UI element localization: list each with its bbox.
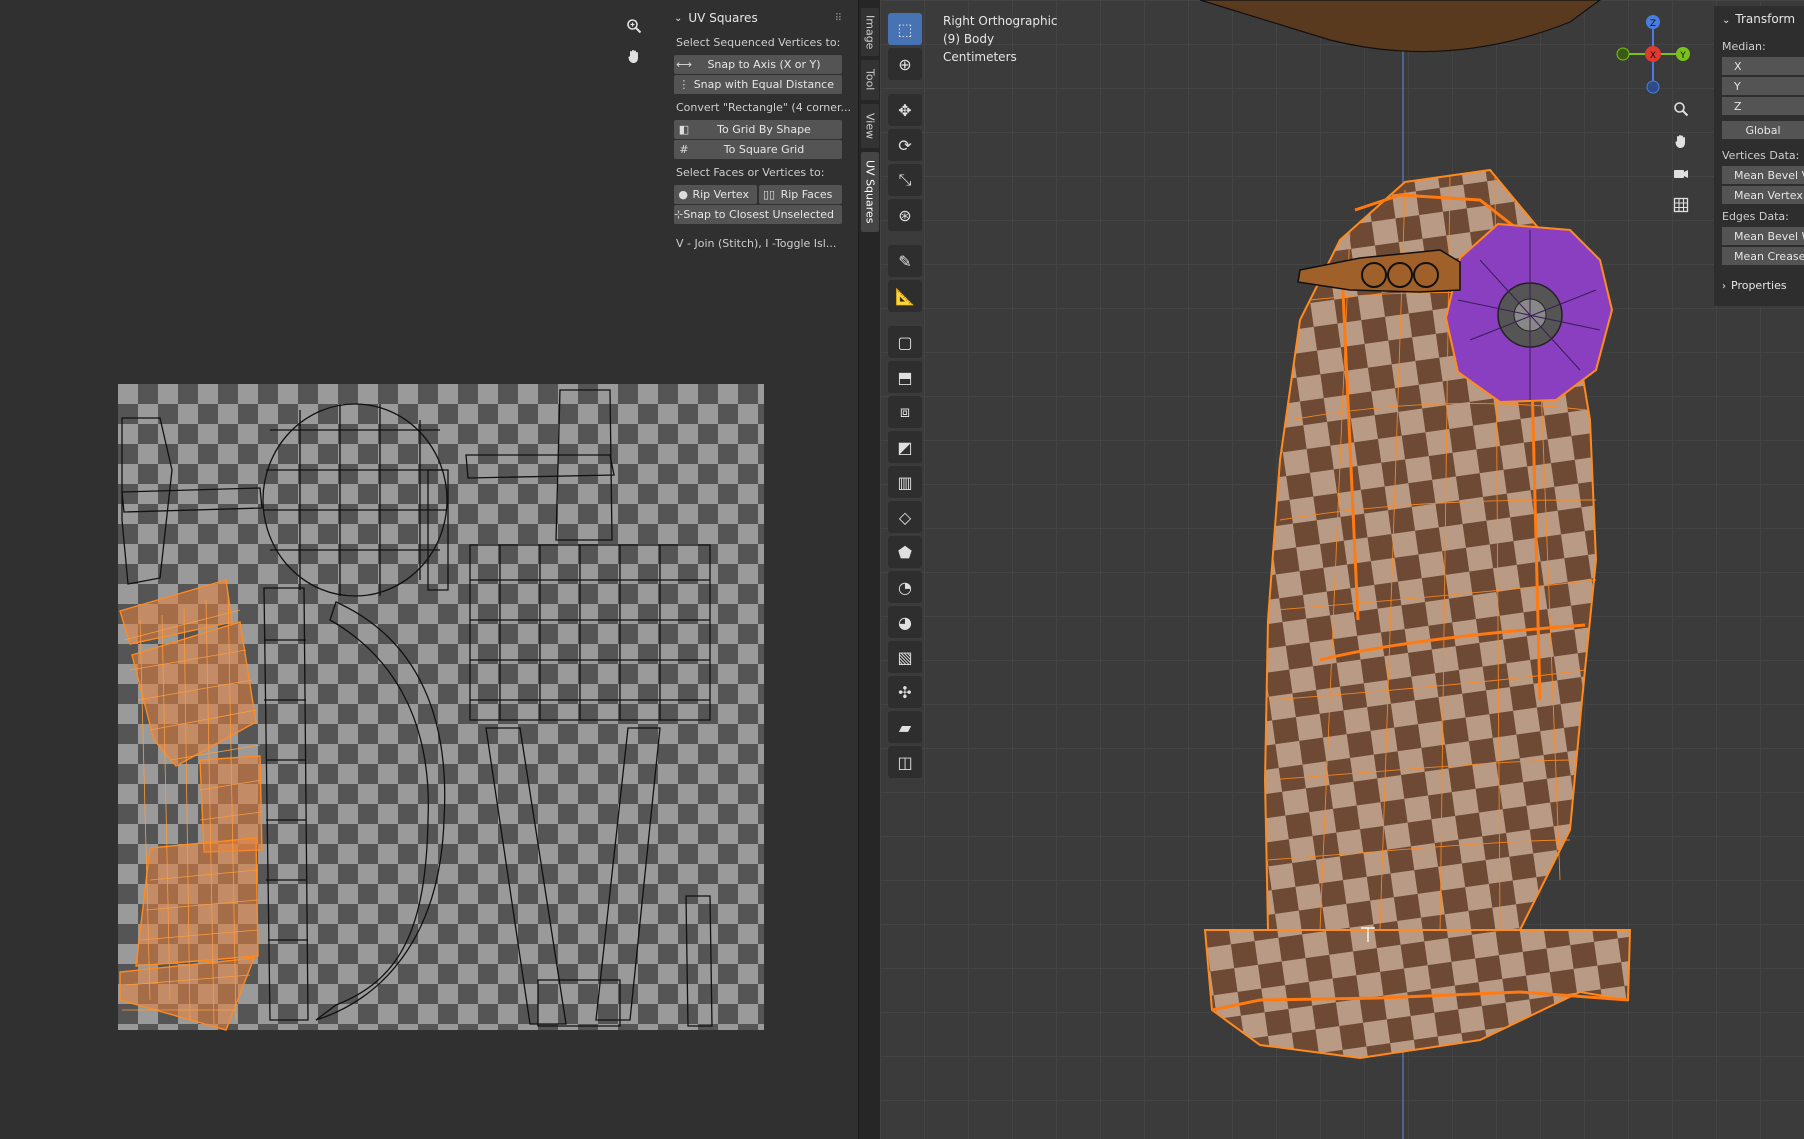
- median-y-field[interactable]: Y: [1722, 77, 1804, 95]
- loop-cut-icon[interactable]: ▥: [888, 466, 922, 498]
- mean-bevel-vertex-field[interactable]: Mean Bevel V: [1722, 166, 1804, 184]
- grid-by-shape-button[interactable]: ◧ To Grid By Shape: [674, 120, 842, 139]
- shortcut-hint: V - Join (Stitch), I -Toggle Isl...: [676, 237, 837, 250]
- snap-icon: ⊹: [674, 208, 684, 221]
- vertices-data-label: Vertices Data:: [1722, 149, 1800, 162]
- shear-icon[interactable]: ▰: [888, 711, 922, 743]
- poly-build-icon[interactable]: ⬟: [888, 536, 922, 568]
- viewport-toolbar: ⬚ ⊕ ✥ ⟳ ⤡ ⊛ ✎ 📐 ▢ ⬒ ⧈ ◩ ▥ ◇ ⬟ ◔ ◕ ▧ ✣ ▰ …: [888, 10, 926, 781]
- chevron-right-icon: ›: [1722, 281, 1726, 292]
- arrows-horizontal-icon: ⟷: [676, 58, 692, 71]
- add-cube-icon[interactable]: ▢: [888, 326, 922, 358]
- viewport-nav-buttons: [1668, 96, 1698, 224]
- 3d-viewport[interactable]: Right Orthographic (9) Body Centimeters: [880, 0, 1804, 1139]
- median-label: Median:: [1722, 40, 1766, 53]
- snap-equal-distance-button[interactable]: ⋮ Snap with Equal Distance: [674, 75, 842, 94]
- transform-icon[interactable]: ⊛: [888, 199, 922, 231]
- rip-icon[interactable]: ◫: [888, 746, 922, 778]
- uv-editor[interactable]: ⌄ UV Squares ⠿ Select Sequenced Vertices…: [0, 0, 858, 1139]
- rip-vertex-button[interactable]: ● Rip Vertex: [674, 185, 757, 204]
- properties-section[interactable]: › Properties: [1714, 267, 1804, 296]
- gizmo-y-label: Y: [1679, 51, 1686, 61]
- smooth-icon[interactable]: ◕: [888, 606, 922, 638]
- transform-header[interactable]: ⌄ Transform: [1714, 6, 1804, 36]
- mean-crease-field[interactable]: Mean Crease: [1722, 247, 1804, 265]
- chevron-down-icon: ⌄: [1722, 15, 1731, 26]
- square-grid-button[interactable]: # To Square Grid: [674, 140, 842, 159]
- snap-closest-button[interactable]: ⊹ Snap to Closest Unselected: [674, 205, 842, 224]
- rip-faces-button[interactable]: ▯▯ Rip Faces: [759, 185, 842, 204]
- median-z-field[interactable]: Z: [1722, 97, 1804, 115]
- annotate-icon[interactable]: ✎: [888, 245, 922, 277]
- horn-mesh: [1297, 249, 1461, 293]
- scale-icon[interactable]: ⤡: [888, 164, 922, 196]
- eye-mesh: [1444, 222, 1614, 404]
- section-label-rectangle: Convert "Rectangle" (4 corner...: [676, 101, 850, 114]
- grid-shape-icon: ◧: [678, 123, 690, 136]
- mesh-render: [1199, 0, 1632, 1139]
- head-mesh: [1199, 0, 1602, 53]
- uv-squares-panel: ⌄ UV Squares ⠿ Select Sequenced Vertices…: [666, 6, 850, 280]
- rip-faces-icon: ▯▯: [762, 188, 776, 201]
- bevel-icon[interactable]: ◩: [888, 431, 922, 463]
- gizmo-z-label: Z: [1650, 19, 1656, 29]
- panel-title: UV Squares: [688, 11, 758, 25]
- grid-icon[interactable]: [1668, 192, 1694, 218]
- select-box-icon[interactable]: ⬚: [888, 13, 922, 45]
- mean-vertex-field[interactable]: Mean Vertex: [1722, 186, 1804, 204]
- edges-data-label: Edges Data:: [1722, 210, 1789, 223]
- spin-icon[interactable]: ◔: [888, 571, 922, 603]
- selected-uv-island: [119, 579, 263, 1031]
- view-name: Right Orthographic: [943, 14, 1058, 28]
- shrink-icon[interactable]: ✣: [888, 676, 922, 708]
- dots-vertical-icon: ⋮: [678, 78, 690, 91]
- rotate-icon[interactable]: ⟳: [888, 129, 922, 161]
- camera-icon[interactable]: [1668, 160, 1694, 186]
- tab-image[interactable]: Image: [861, 8, 879, 56]
- inset-icon[interactable]: ⧈: [888, 396, 922, 428]
- section-label-faces: Select Faces or Vertices to:: [676, 166, 825, 179]
- gizmo-x-label: X: [1650, 51, 1656, 61]
- tab-view[interactable]: View: [861, 104, 879, 148]
- global-toggle[interactable]: Global: [1722, 121, 1804, 139]
- extrude-icon[interactable]: ⬒: [888, 361, 922, 393]
- drag-handle-icon[interactable]: ⠿: [835, 13, 842, 24]
- dot-icon: ●: [678, 188, 689, 201]
- viewport-info: Right Orthographic (9) Body Centimeters: [943, 12, 1058, 66]
- tab-tool[interactable]: Tool: [861, 60, 879, 100]
- transform-panel: ⌄ Transform Median: X Y Z Global Vertices…: [1714, 6, 1804, 306]
- cursor-icon[interactable]: ⊕: [888, 48, 922, 80]
- measure-icon[interactable]: 📐: [888, 280, 922, 312]
- knife-icon[interactable]: ◇: [888, 501, 922, 533]
- sidebar-tabs: Image Tool View UV Squares: [858, 0, 881, 1139]
- hash-grid-icon: #: [679, 143, 689, 156]
- edge-slide-icon[interactable]: ▧: [888, 641, 922, 673]
- chevron-down-icon[interactable]: ⌄: [674, 13, 682, 24]
- scene-units: Centimeters: [943, 50, 1017, 64]
- move-icon[interactable]: ✥: [888, 94, 922, 126]
- zoom-icon[interactable]: [1668, 96, 1694, 122]
- tab-uv-squares[interactable]: UV Squares: [861, 152, 879, 232]
- active-object: (9) Body: [943, 32, 995, 46]
- snap-axis-button[interactable]: ⟷ Snap to Axis (X or Y): [674, 55, 842, 74]
- section-label-sequenced: Select Sequenced Vertices to:: [676, 36, 841, 49]
- median-x-field[interactable]: X: [1722, 57, 1804, 75]
- hand-icon[interactable]: [1668, 128, 1694, 154]
- mean-bevel-weight-field[interactable]: Mean Bevel W: [1722, 227, 1804, 245]
- navigation-gizmo[interactable]: Z X Y: [1612, 14, 1694, 96]
- panel-header[interactable]: ⌄ UV Squares ⠿: [666, 6, 850, 30]
